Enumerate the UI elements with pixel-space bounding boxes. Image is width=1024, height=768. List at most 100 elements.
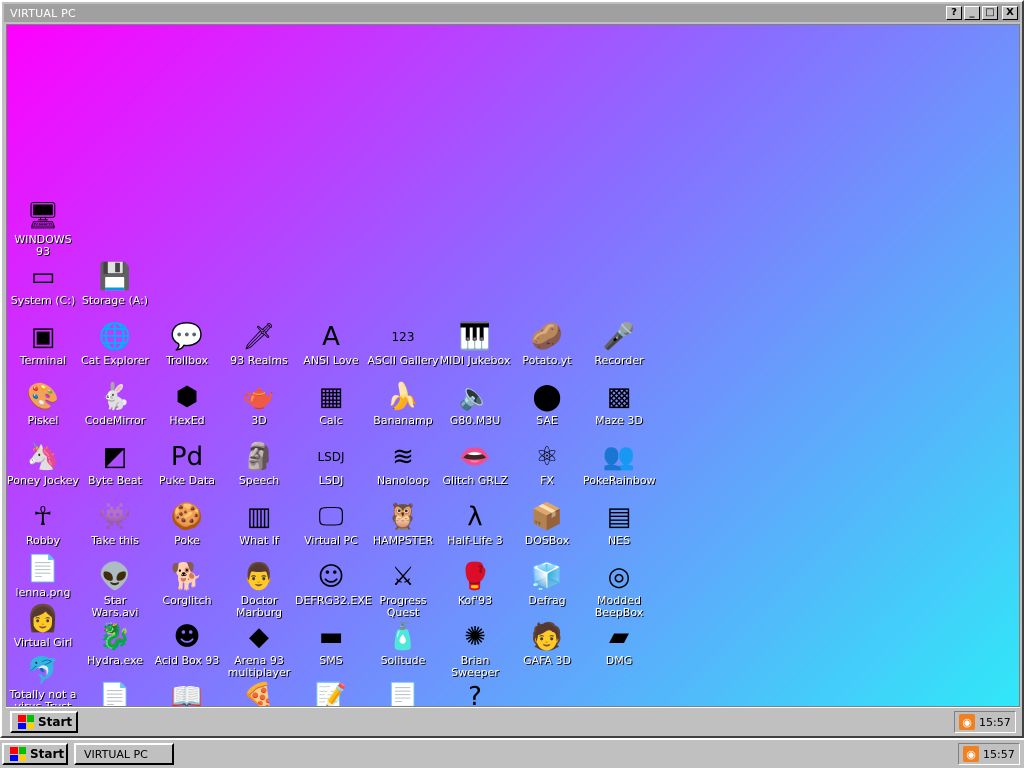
arena-93-icon[interactable]: ◆ Arena 93 multiplayer — [223, 621, 295, 679]
recorder-icon[interactable]: 🎤 Recorder — [583, 321, 655, 367]
potato-icon[interactable]: 🥔 Potato.yt — [511, 321, 583, 367]
task-virtual-pc[interactable]: VIRTUAL PC — [74, 743, 174, 765]
bananamp-icon[interactable]: 🍌 Bananamp — [367, 381, 439, 427]
ascii-gallery-icon[interactable]: 123 ASCII Gallery — [367, 321, 439, 367]
outer-start-button[interactable]: Start — [2, 743, 68, 765]
progress-quest-icon[interactable]: ⚔ Progress Quest — [367, 561, 439, 619]
virtual-pc-window: VIRTUAL PC ? _ □ X 🖥 WINDOWS 93 ▭ System (C… — [0, 0, 1024, 738]
hampster-icon[interactable]: 🦉 HAMPSTER — [367, 501, 439, 547]
poke-icon[interactable]: 🍪 Poke — [151, 501, 223, 547]
hexed-icon[interactable]: ⬢ HexEd — [151, 381, 223, 427]
maximize-button[interactable]: □ — [982, 6, 998, 20]
icon-label: NES — [607, 534, 631, 547]
help-button[interactable]: ? — [946, 6, 962, 20]
terminal-icon[interactable]: ▣ Terminal — [7, 321, 79, 367]
pizza-icon[interactable]: 🍕 — [223, 681, 295, 706]
puke-data-icon[interactable]: Pd Puke Data — [151, 441, 223, 487]
robby-glyph-icon: ☥ — [33, 502, 53, 532]
93-realms-icon[interactable]: 🗡 93 Realms — [223, 321, 295, 367]
maze-3d-icon[interactable]: ▩ Maze 3D — [583, 381, 655, 427]
icon-label: Poke — [174, 534, 200, 547]
inner-start-button[interactable]: Start — [10, 711, 78, 733]
virtual-pc-icon[interactable]: 🖵 Virtual PC — [295, 501, 367, 547]
icon-label: Speech — [238, 474, 280, 487]
defrag-icon[interactable]: 🧊 Defrag — [511, 561, 583, 607]
totally-not-a-virus-icon[interactable]: 🐬 Totally not a virus.Trust — [7, 655, 79, 706]
icon-label: Calc — [319, 414, 343, 427]
corglitch-glyph-icon: 🐕 — [170, 562, 204, 592]
icon-label: ASCII Gallery — [367, 354, 439, 367]
calc-icon[interactable]: ▦ Calc — [295, 381, 367, 427]
sae-glyph-icon: ⬤ — [532, 382, 562, 412]
kof93-icon[interactable]: 🥊 Kof'93 — [439, 561, 511, 607]
sms-icon[interactable]: ▬ SMS — [295, 621, 367, 667]
codemirror-icon[interactable]: 🐇 CodeMirror — [79, 381, 151, 427]
windows93-icon[interactable]: 🖥 WINDOWS 93 — [7, 200, 79, 258]
rss-icon[interactable]: ◉ — [963, 746, 979, 762]
system-drive-icon[interactable]: ▭ System (C:) — [7, 261, 79, 307]
close-button[interactable]: X — [1002, 6, 1018, 20]
brian-sweeper-icon[interactable]: ✺ Brian Sweeper — [439, 621, 511, 679]
hydra-exe-icon[interactable]: 🐉 Hydra.exe — [79, 621, 151, 667]
half-life-3-glyph-icon: λ — [467, 502, 483, 532]
midi-jukebox-icon[interactable]: 🎹 MIDI Jukebox — [439, 321, 511, 367]
doctor-marburg-icon[interactable]: 👨 Doctor Marburg — [223, 561, 295, 619]
half-life-3-icon[interactable]: λ Half-Life 3 — [439, 501, 511, 547]
glitch-grlz-glyph-icon: 👄 — [458, 442, 492, 472]
book-icon[interactable]: 📖 — [151, 681, 223, 706]
pokerainbow-icon[interactable]: 👥 PokeRainbow — [583, 441, 656, 487]
nes-icon[interactable]: ▤ NES — [583, 501, 655, 547]
icon-label: 93 Realms — [230, 354, 288, 367]
cat-explorer-icon[interactable]: 🌐 Cat Explorer — [79, 321, 151, 367]
lsdj-icon[interactable]: LSDJ LSDJ — [295, 441, 367, 487]
3d-icon[interactable]: 🫖 3D — [223, 381, 295, 427]
piskel-icon[interactable]: 🎨 Piskel — [7, 381, 79, 427]
window-titlebar[interactable]: VIRTUAL PC ? _ □ X — [4, 4, 1020, 22]
icon-label: MIDI Jukebox — [439, 354, 511, 367]
ansi-love-icon[interactable]: A ANSI Love — [295, 321, 367, 367]
brian-sweeper-glyph-icon: ✺ — [464, 622, 486, 652]
dosbox-icon[interactable]: 📦 DOSBox — [511, 501, 583, 547]
icon-label: PokeRainbow — [583, 474, 656, 487]
gafa-3d-icon[interactable]: 🧑 GAFA 3D — [511, 621, 583, 667]
windows-logo-icon — [10, 747, 26, 761]
storage-drive-icon[interactable]: 💾 Storage (A:) — [79, 261, 151, 307]
help-icon[interactable]: ? — [439, 681, 511, 706]
pokerainbow-glyph-icon: 👥 — [602, 442, 636, 472]
lenna-png-icon[interactable]: 📄 lenna.png — [7, 553, 79, 599]
nes-glyph-icon: ▤ — [606, 502, 632, 532]
gafa-3d-glyph-icon: 🧑 — [530, 622, 564, 652]
defrg32-glyph-icon: ☺ — [317, 562, 345, 592]
byte-beat-icon[interactable]: ◩ Byte Beat — [79, 441, 151, 487]
notepad-icon[interactable]: 📝 — [295, 681, 367, 706]
byte-beat-glyph-icon: ◩ — [102, 442, 128, 472]
glitch-grlz-icon[interactable]: 👄 Glitch GRLZ — [439, 441, 511, 487]
poney-jockey-icon[interactable]: 🦄 Poney Jockey — [7, 441, 79, 487]
rss-icon[interactable]: ◉ — [959, 714, 975, 730]
acid-box-93-icon[interactable]: ☻ Acid Box 93 — [151, 621, 223, 667]
take-this-glyph-icon: 👾 — [98, 502, 132, 532]
star-wars-avi-icon[interactable]: 👽 Star Wars.avi — [79, 561, 151, 619]
modded-beepbox-icon[interactable]: ◎ Modded BeepBox — [583, 561, 655, 619]
virtual-girl-icon[interactable]: 👩 Virtual Girl — [7, 603, 79, 649]
poke-glyph-icon: 🍪 — [170, 502, 204, 532]
robby-icon[interactable]: ☥ Robby — [7, 501, 79, 547]
what-if-icon[interactable]: ▥ What If — [223, 501, 295, 547]
icon-label: CodeMirror — [84, 414, 146, 427]
minimize-button[interactable]: _ — [964, 6, 980, 20]
take-this-icon[interactable]: 👾 Take this — [79, 501, 151, 547]
defrg32-icon[interactable]: ☺ DEFRG32.EXE — [295, 561, 372, 607]
sae-icon[interactable]: ⬤ SAE — [511, 381, 583, 427]
corglitch-icon[interactable]: 🐕 Corglitch — [151, 561, 223, 607]
icon-label: Virtual PC — [304, 534, 358, 547]
text-file-icon[interactable]: 📃 — [367, 681, 439, 706]
fx-icon[interactable]: ⚛ FX — [511, 441, 583, 487]
g80-m3u-icon[interactable]: 🔈 G80.M3U — [439, 381, 511, 427]
nanoloop-icon[interactable]: ≋ Nanoloop — [367, 441, 439, 487]
doc-red-icon[interactable]: 📄 — [79, 681, 151, 706]
solitude-icon[interactable]: 🧴 Solitude — [367, 621, 439, 667]
dmg-icon[interactable]: ▰ DMG — [583, 621, 655, 667]
speech-icon[interactable]: 🗿 Speech — [223, 441, 295, 487]
start-label: Start — [30, 747, 65, 761]
trollbox-icon[interactable]: 💬 Trollbox — [151, 321, 223, 367]
